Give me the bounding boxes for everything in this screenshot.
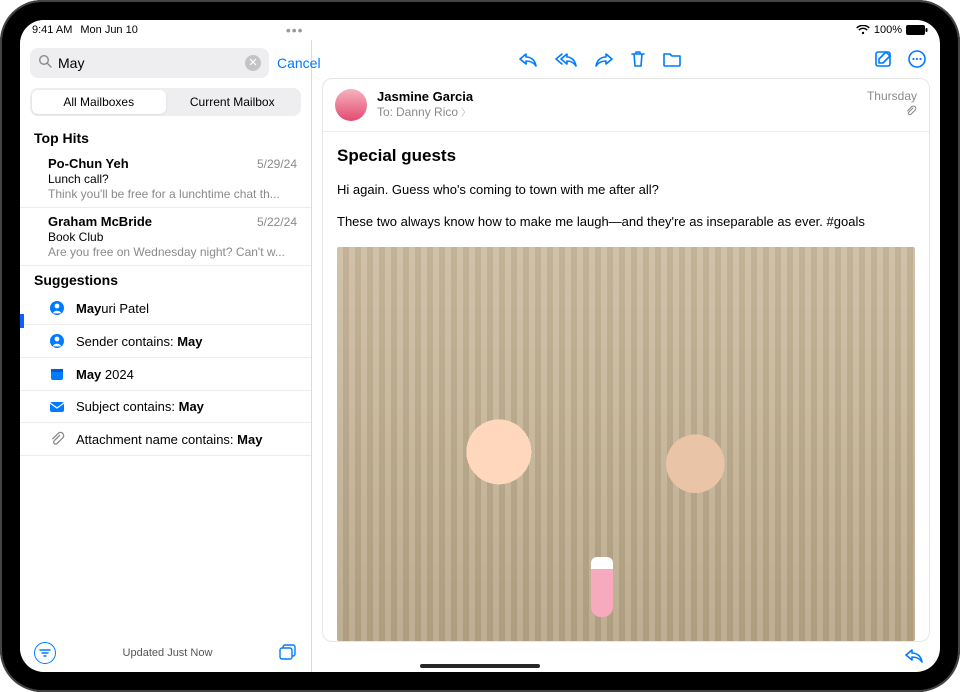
- suggestion-item[interactable]: Sender contains: May: [20, 325, 311, 358]
- suggestion-item[interactable]: Mayuri Patel: [20, 292, 311, 325]
- suggestion-item[interactable]: May 2024: [20, 358, 311, 391]
- section-header-tophits: Top Hits: [20, 124, 311, 150]
- status-bar: 9:41 AM Mon Jun 10 ••• 100%: [20, 20, 940, 40]
- filter-button[interactable]: [34, 642, 56, 664]
- envelope-icon: [48, 401, 66, 413]
- attached-photo[interactable]: [337, 247, 915, 641]
- hit-preview: Think you'll be free for a lunchtime cha…: [48, 187, 297, 201]
- status-time: 9:41 AM: [32, 24, 72, 36]
- trash-button[interactable]: [630, 50, 646, 68]
- section-header-suggestions: Suggestions: [20, 266, 311, 292]
- paperclip-icon: [48, 431, 66, 447]
- suggestion-text: Sender contains: May: [76, 334, 202, 349]
- to-row[interactable]: To: Danny Rico 〉: [377, 104, 473, 119]
- suggestion-item[interactable]: Subject contains: May: [20, 391, 311, 423]
- search-field[interactable]: ✕: [30, 48, 269, 78]
- windows-button[interactable]: [279, 644, 297, 663]
- segment-current-mailbox[interactable]: Current Mailbox: [166, 90, 300, 114]
- message-subject: Special guests: [337, 146, 915, 166]
- message-body: Special guests Hi again. Guess who's com…: [323, 132, 929, 641]
- message-text: Hi again. Guess who's coming to town wit…: [337, 180, 915, 243]
- compose-button[interactable]: [874, 50, 892, 68]
- message-date: Thursday: [867, 89, 917, 103]
- from-name[interactable]: Jasmine Garcia: [377, 89, 473, 104]
- status-date: Mon Jun 10: [80, 24, 137, 36]
- battery-icon: [906, 25, 928, 35]
- home-indicator[interactable]: [420, 664, 540, 668]
- move-button[interactable]: [662, 51, 682, 67]
- reply-all-button[interactable]: [554, 51, 578, 67]
- person-icon: [48, 300, 66, 316]
- reply-footer-button[interactable]: [904, 647, 924, 668]
- message-card: Jasmine Garcia To: Danny Rico 〉 Thursday: [322, 78, 930, 642]
- wifi-icon: [856, 25, 870, 35]
- calendar-icon: [48, 366, 66, 382]
- hit-sender: Graham McBride: [48, 214, 152, 229]
- more-button[interactable]: [908, 50, 926, 68]
- hit-subject: Lunch call?: [48, 172, 297, 186]
- to-label: To:: [377, 105, 393, 119]
- hit-sender: Po-Chun Yeh: [48, 156, 129, 171]
- search-icon: [38, 54, 52, 73]
- search-scope-segmented[interactable]: All Mailboxes Current Mailbox: [30, 88, 301, 116]
- suggestion-text: Mayuri Patel: [76, 301, 149, 316]
- to-name: Danny Rico: [396, 105, 458, 119]
- top-hit-item[interactable]: Graham McBride 5/22/24 Book Club Are you…: [20, 208, 311, 266]
- suggestion-text: Subject contains: May: [76, 399, 204, 414]
- top-hit-item[interactable]: Po-Chun Yeh 5/29/24 Lunch call? Think yo…: [20, 150, 311, 208]
- clear-search-icon[interactable]: ✕: [245, 55, 261, 71]
- segment-all-mailboxes[interactable]: All Mailboxes: [32, 90, 166, 114]
- multitask-dots[interactable]: •••: [286, 22, 304, 38]
- hit-preview: Are you free on Wednesday night? Can't w…: [48, 245, 297, 259]
- suggestion-text: Attachment name contains: May: [76, 432, 262, 447]
- search-input[interactable]: [58, 55, 239, 71]
- suggestion-item[interactable]: Attachment name contains: May: [20, 423, 311, 456]
- hit-subject: Book Club: [48, 230, 297, 244]
- suggestion-text: May 2024: [76, 367, 134, 382]
- person-icon: [48, 333, 66, 349]
- message-pane: Jasmine Garcia To: Danny Rico 〉 Thursday: [312, 40, 940, 672]
- hit-date: 5/29/24: [257, 157, 297, 171]
- updated-label: Updated Just Now: [123, 647, 213, 659]
- forward-button[interactable]: [594, 51, 614, 67]
- selection-caret: [20, 314, 24, 328]
- message-toolbar: [312, 40, 940, 78]
- reply-button[interactable]: [518, 51, 538, 67]
- avatar[interactable]: [335, 89, 367, 121]
- sidebar: ✕ Cancel All Mailboxes Current Mailbox T…: [20, 40, 312, 672]
- message-header: Jasmine Garcia To: Danny Rico 〉 Thursday: [323, 79, 929, 132]
- battery-percent: 100%: [874, 24, 902, 36]
- chevron-right-icon: 〉: [461, 104, 471, 119]
- hit-date: 5/22/24: [257, 215, 297, 229]
- attachment-icon: [905, 105, 917, 120]
